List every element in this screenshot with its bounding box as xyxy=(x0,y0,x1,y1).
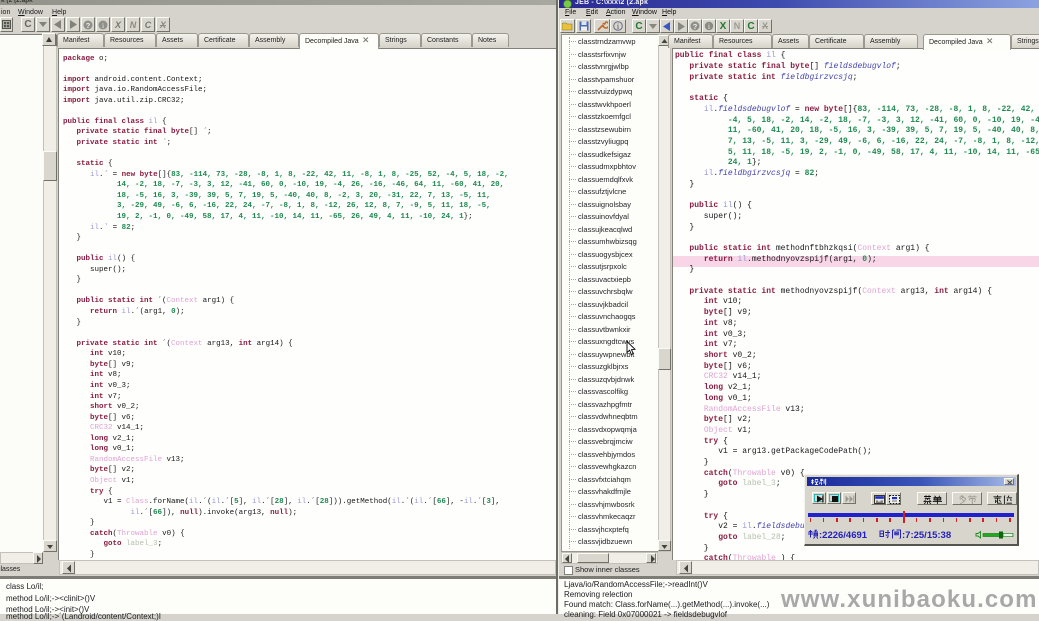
svg-text:?: ? xyxy=(86,20,91,29)
svg-text::7:25/15:38: :7:25/15:38 xyxy=(902,530,951,540)
svg-text:?: ? xyxy=(693,22,698,31)
svg-text:i: i xyxy=(102,20,104,29)
svg-text::2226/4691: :2226/4691 xyxy=(819,530,868,540)
